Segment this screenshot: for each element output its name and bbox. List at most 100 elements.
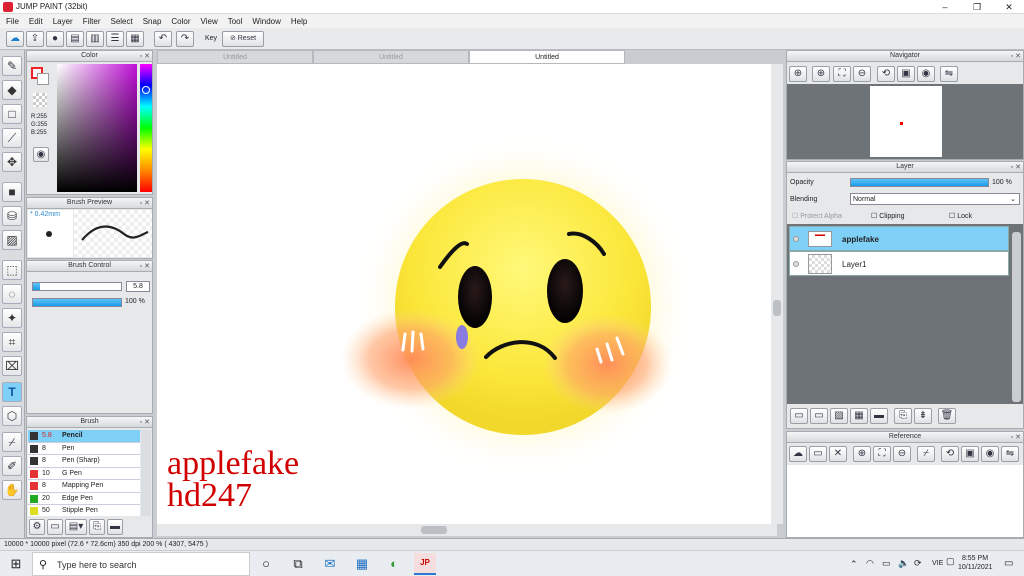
menu-edit[interactable]: Edit xyxy=(29,17,43,26)
panel-close-icon[interactable]: ▫ ✕ xyxy=(1011,433,1021,443)
zoom-in-icon[interactable]: ⊕ xyxy=(789,66,807,82)
browser-icon[interactable]: ◐ xyxy=(386,556,402,572)
bucket-icon[interactable]: ⛁ xyxy=(2,206,22,226)
chevron-up-icon[interactable]: ⌃ xyxy=(850,559,858,570)
tab-untitled-2[interactable]: Untitled xyxy=(313,50,469,64)
mail-icon[interactable]: ✉ xyxy=(322,556,338,572)
hue-slider[interactable] xyxy=(140,64,152,192)
panel-close-icon[interactable]: ▫ ✕ xyxy=(140,262,150,272)
new-folder-icon[interactable]: ▬ xyxy=(870,408,888,424)
grid-icon[interactable]: ▦ xyxy=(126,31,144,47)
brush-item[interactable]: 5.8 Pencil xyxy=(28,430,140,443)
transparent-color-swatch[interactable] xyxy=(33,93,47,107)
eyedropper-icon[interactable]: ⌿ xyxy=(917,446,935,462)
brush-item[interactable]: 20 Edge Pen xyxy=(28,492,140,505)
fit-window-icon[interactable]: ▣ xyxy=(897,66,915,82)
tab-untitled-1[interactable]: Untitled xyxy=(157,50,313,64)
brush-icon[interactable]: ✎ xyxy=(2,56,22,76)
brush-menu-icon[interactable]: ▤▾ xyxy=(65,519,87,535)
canvas-horizontal-scrollbar[interactable] xyxy=(157,524,777,536)
clipping-checkbox[interactable]: ☐ Clipping xyxy=(871,212,905,220)
fit-icon[interactable]: ⛶ xyxy=(873,446,891,462)
new-layer-icon[interactable]: ▭ xyxy=(790,408,808,424)
panel-close-icon[interactable]: ▫ ✕ xyxy=(1011,52,1021,62)
menu-file[interactable]: File xyxy=(6,17,19,26)
reset-button[interactable]: ⊘ Reset xyxy=(222,31,264,47)
rotate-left-icon[interactable]: ⟲ xyxy=(941,446,959,462)
folder-icon[interactable]: ▬ xyxy=(107,519,123,535)
zoom-actual-icon[interactable]: ⊕ xyxy=(812,66,830,82)
layer-list-scrollbar[interactable] xyxy=(1012,232,1021,402)
brush-size-slider[interactable] xyxy=(32,282,122,291)
lasso-icon[interactable]: ◌ xyxy=(2,284,22,304)
brush-list-scrollbar[interactable] xyxy=(141,430,151,516)
blending-select[interactable]: Normal ⌄ xyxy=(850,193,1020,205)
rotate-left-icon[interactable]: ⟲ xyxy=(877,66,895,82)
jump-paint-taskbar-icon[interactable]: JP xyxy=(414,553,436,575)
network-icon[interactable]: ◠ xyxy=(866,558,874,569)
shape-icon[interactable]: ⬡ xyxy=(2,406,22,426)
menu-tool[interactable]: Tool xyxy=(228,17,243,26)
store-icon[interactable]: ▦ xyxy=(354,556,370,572)
battery-icon[interactable]: ▭ xyxy=(882,558,891,569)
tab-untitled-active[interactable]: Untitled xyxy=(469,50,625,64)
line-icon[interactable]: ⟋ xyxy=(2,128,22,148)
canvas-vertical-scrollbar[interactable] xyxy=(771,64,783,524)
new-layer-1bit-icon[interactable]: ▨ xyxy=(830,408,848,424)
minimize-button[interactable]: – xyxy=(930,0,960,14)
visibility-icon[interactable] xyxy=(793,236,799,242)
document-icon[interactable]: ▥ xyxy=(86,31,104,47)
zoom-out-icon[interactable]: ⊖ xyxy=(893,446,911,462)
panel-close-icon[interactable]: ▫ ✕ xyxy=(140,418,150,428)
rotate-reset-icon[interactable]: ◉ xyxy=(981,446,999,462)
comment-icon[interactable]: ▤ xyxy=(66,31,84,47)
drawing-canvas[interactable]: applefake hd247 xyxy=(157,64,771,524)
cloud-icon[interactable]: ☁ xyxy=(6,31,24,47)
rectangle-icon[interactable]: □ xyxy=(2,104,22,124)
menu-filter[interactable]: Filter xyxy=(83,17,101,26)
layer-row[interactable]: Layer1 xyxy=(789,251,1009,276)
redo-icon[interactable]: ↷ xyxy=(176,31,194,47)
menu-help[interactable]: Help xyxy=(291,17,307,26)
delete-layer-icon[interactable]: 🗑 xyxy=(938,408,956,424)
select-pen-icon[interactable]: ⌗ xyxy=(2,332,22,352)
horizontal-scroll-thumb[interactable] xyxy=(421,526,447,534)
task-view-icon[interactable]: ⧉ xyxy=(290,556,306,572)
brush-opacity-slider[interactable] xyxy=(32,298,122,307)
eraser-icon[interactable]: ◆ xyxy=(2,80,22,100)
brush-item[interactable]: 8 Pen xyxy=(28,442,140,455)
flip-icon[interactable]: ⇋ xyxy=(940,66,958,82)
saturation-value-picker[interactable] xyxy=(57,64,137,192)
ime-icon[interactable]: ▢ xyxy=(946,556,955,567)
new-layer-8bit-icon[interactable]: ▭ xyxy=(810,408,828,424)
menu-layer[interactable]: Layer xyxy=(53,17,73,26)
new-brush-icon[interactable]: ▭ xyxy=(47,519,63,535)
undo-icon[interactable]: ↶ xyxy=(154,31,172,47)
clock[interactable]: 8:55 PM 10/11/2021 xyxy=(958,554,993,572)
select-rect-icon[interactable]: ⬚ xyxy=(2,260,22,280)
notification-icon[interactable]: ▭ xyxy=(1004,558,1013,569)
maximize-button[interactable]: ❐ xyxy=(962,0,992,14)
menu-snap[interactable]: Snap xyxy=(143,17,162,26)
palette-icon[interactable]: ◉ xyxy=(33,147,49,162)
lock-checkbox[interactable]: ☐ Lock xyxy=(949,212,972,220)
menu-view[interactable]: View xyxy=(201,17,218,26)
open-folder-icon[interactable]: ▭ xyxy=(809,446,827,462)
chat-icon[interactable]: ● xyxy=(46,31,64,47)
protect-alpha-checkbox[interactable]: ☐ Protect Alpha xyxy=(792,212,842,220)
hand-icon[interactable]: ✋ xyxy=(2,480,22,500)
brush-size-field[interactable]: 5.8 xyxy=(126,281,150,292)
layer-row[interactable]: ▬▬ applefake xyxy=(789,226,1009,251)
search-box[interactable]: ⚲ Type here to search xyxy=(32,552,250,576)
panel-close-icon[interactable]: ▫ ✕ xyxy=(1011,163,1021,173)
cortana-icon[interactable]: ○ xyxy=(258,556,274,572)
upload-icon[interactable]: ⇪ xyxy=(26,31,44,47)
move-icon[interactable]: ✥ xyxy=(2,152,22,172)
rotate-reset-icon[interactable]: ◉ xyxy=(917,66,935,82)
menu-window[interactable]: Window xyxy=(252,17,280,26)
zoom-out-icon[interactable]: ⊖ xyxy=(853,66,871,82)
cloud-download-icon[interactable]: ☁ xyxy=(789,446,807,462)
windows-start-icon[interactable]: ⊞ xyxy=(8,556,24,572)
zoom-in-icon[interactable]: ⊕ xyxy=(853,446,871,462)
list-icon[interactable]: ☰ xyxy=(106,31,124,47)
